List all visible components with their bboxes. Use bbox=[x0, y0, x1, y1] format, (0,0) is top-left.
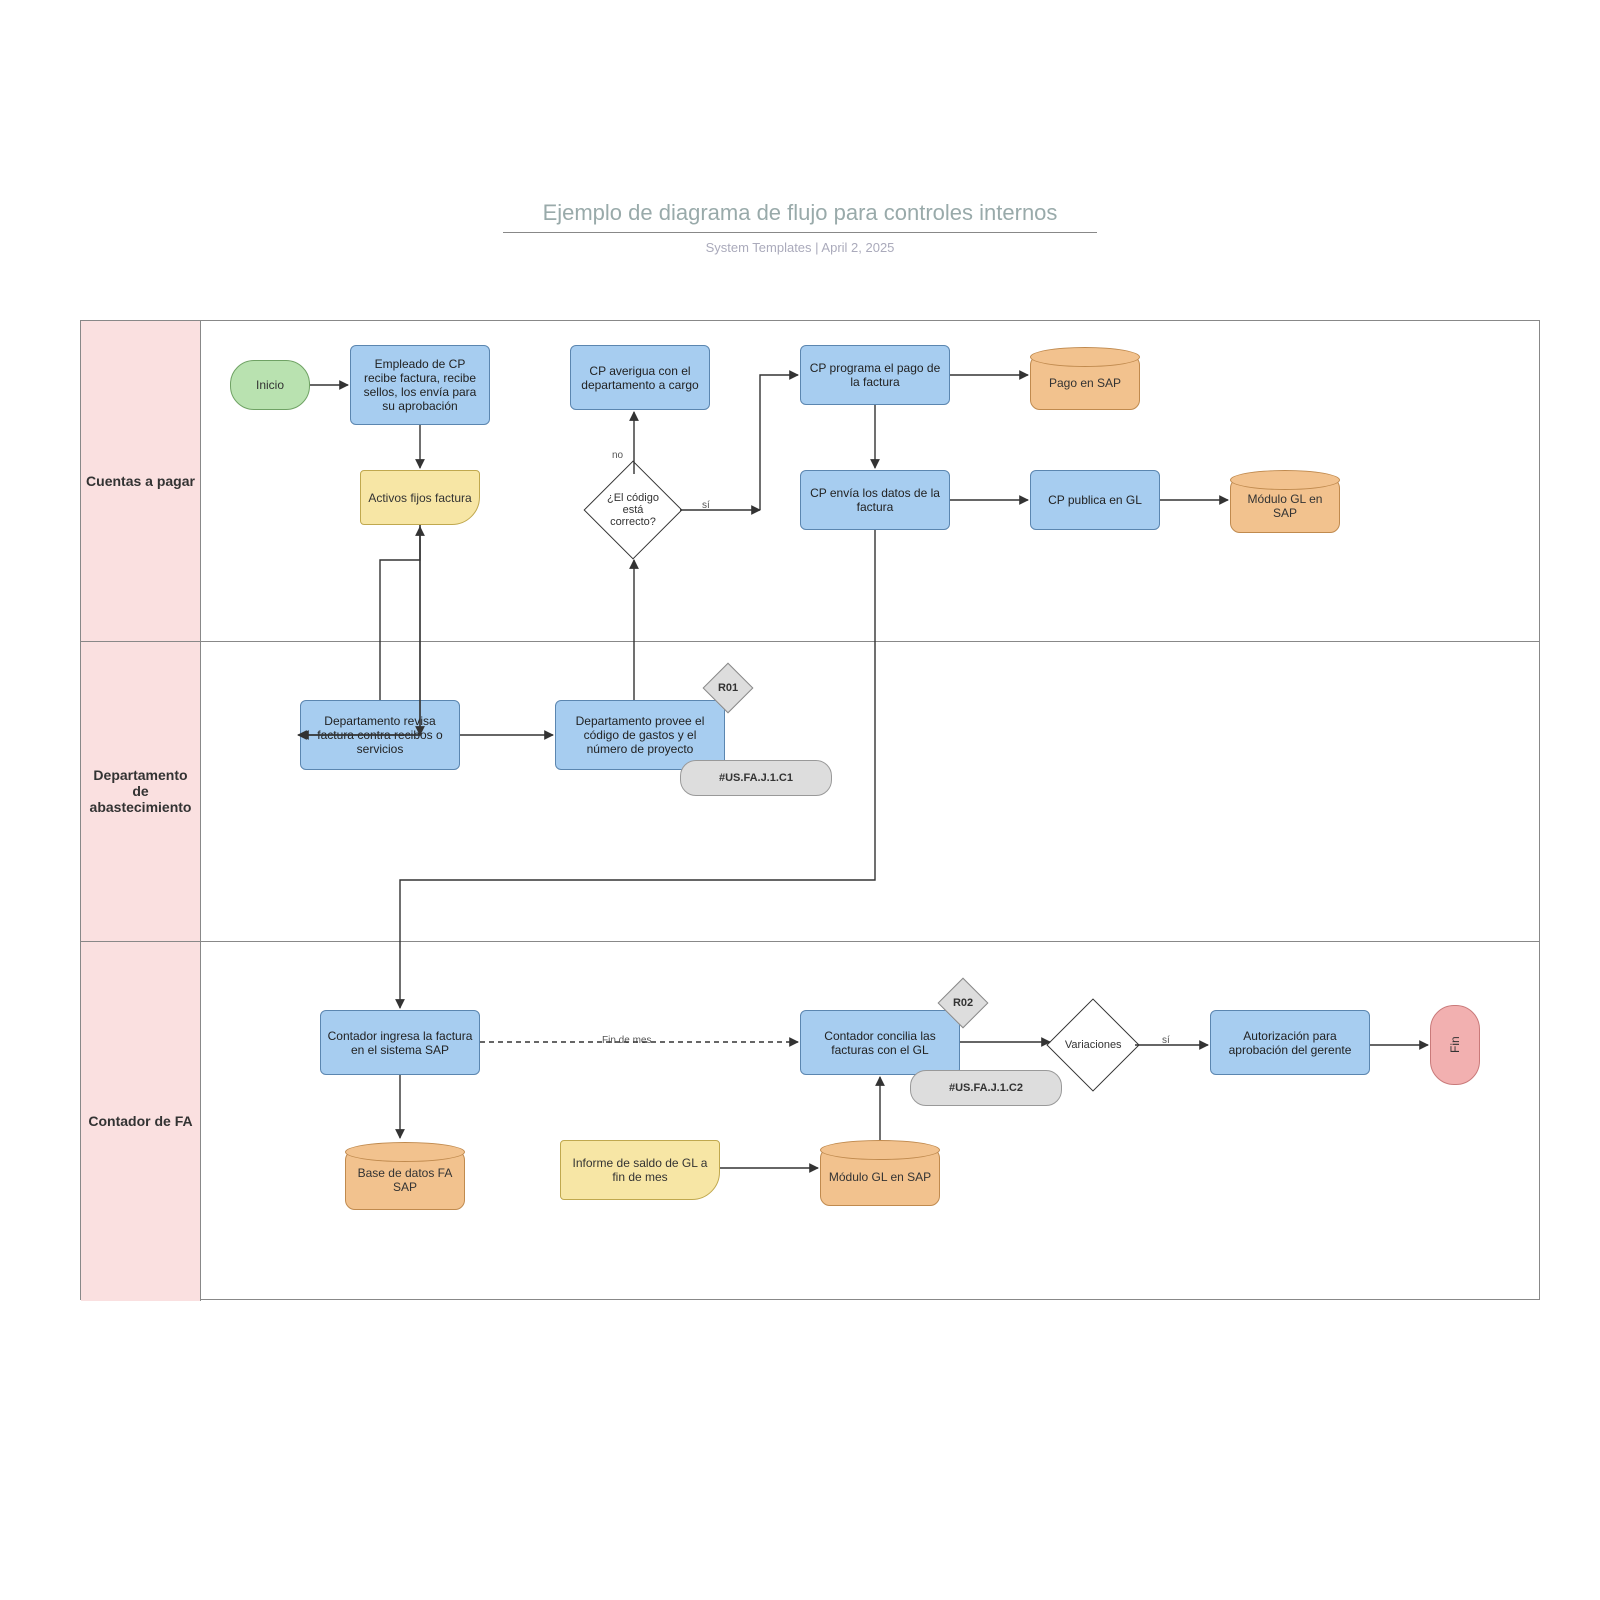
datastore-payment-sap: Pago en SAP bbox=[1030, 355, 1140, 410]
edge-label-yes-2: sí bbox=[1160, 1035, 1172, 1046]
lane-header-fa: Contador de FA bbox=[81, 941, 201, 1301]
process-check-dept: CP averigua con el departamento a cargo bbox=[570, 345, 710, 410]
datastore-fa-db: Base de datos FA SAP bbox=[345, 1150, 465, 1210]
process-post-gl: CP publica en GL bbox=[1030, 470, 1160, 530]
doc-fa-invoice: Activos fijos factura bbox=[360, 470, 480, 525]
end-terminator: Fin bbox=[1430, 1005, 1480, 1085]
edge-label-yes-1: sí bbox=[700, 500, 712, 511]
control-tag-c2: #US.FA.J.1.C2 bbox=[910, 1070, 1062, 1106]
lane-divider-1 bbox=[81, 641, 1539, 642]
edge-label-no: no bbox=[610, 450, 625, 461]
edge-label-eom: Fin de mes bbox=[600, 1035, 653, 1046]
datastore-gl-module-2: Módulo GL en SAP bbox=[820, 1148, 940, 1206]
start-terminator: Inicio bbox=[230, 360, 310, 410]
process-dept-review: Departamento revisa factura contra recib… bbox=[300, 700, 460, 770]
swimlane-frame: Cuentas a pagar Departamento de abasteci… bbox=[80, 320, 1540, 1300]
process-schedule-payment: CP programa el pago de la factura bbox=[800, 345, 950, 405]
process-reconcile: Contador concilia las facturas con el GL bbox=[800, 1010, 960, 1075]
process-enter-sap: Contador ingresa la factura en el sistem… bbox=[320, 1010, 480, 1075]
process-receive-invoice: Empleado de CP recibe factura, recibe se… bbox=[350, 345, 490, 425]
process-send-invoice-data: CP envía los datos de la factura bbox=[800, 470, 950, 530]
lane-header-dept: Departamento de abastecimiento bbox=[81, 641, 201, 941]
control-tag-c1: #US.FA.J.1.C1 bbox=[680, 760, 832, 796]
process-manager-approval: Autorización para aprobación del gerente bbox=[1210, 1010, 1370, 1075]
diagram-meta: System Templates | April 2, 2025 bbox=[0, 240, 1600, 255]
lane-header-ap: Cuentas a pagar bbox=[81, 321, 201, 641]
diagram-title: Ejemplo de diagrama de flujo para contro… bbox=[0, 200, 1600, 233]
datastore-gl-module-1: Módulo GL en SAP bbox=[1230, 478, 1340, 533]
lane-divider-2 bbox=[81, 941, 1539, 942]
doc-gl-report: Informe de saldo de GL a fin de mes bbox=[560, 1140, 720, 1200]
